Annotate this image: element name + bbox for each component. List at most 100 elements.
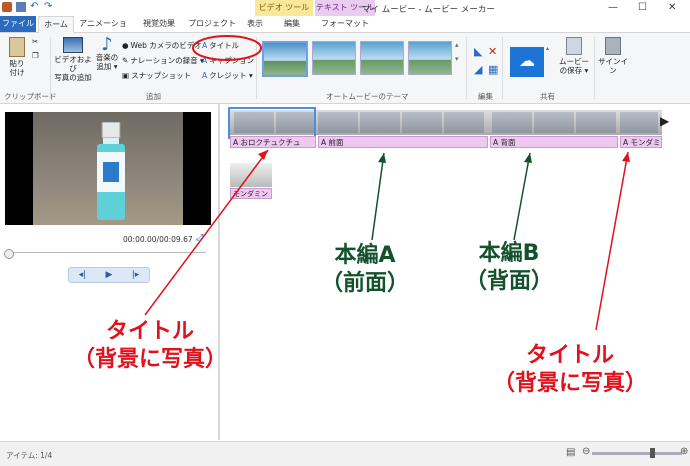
clip-frame[interactable] — [576, 112, 616, 133]
rotate-right-icon[interactable]: ◢ — [474, 63, 482, 76]
tab-home[interactable]: ホーム — [38, 16, 74, 33]
webcam-label: Web カメラのビデオ — [130, 41, 202, 50]
theme-scroll-down-icon[interactable]: ▾ — [455, 55, 459, 63]
maximize-button[interactable]: ☐ — [638, 2, 647, 13]
clip-frame[interactable] — [444, 112, 484, 133]
share-scroll-icon[interactable]: ▴ — [546, 45, 549, 52]
playback-controls: ◂| ▶ |▸ — [68, 267, 150, 283]
timecode: 00:00.00/00:09.67 — [123, 235, 193, 244]
credits-button[interactable]: A クレジット ▾ — [202, 70, 253, 81]
caption-text-4: モンダミン — [630, 138, 661, 147]
theme-thumbnail-2[interactable] — [312, 41, 356, 75]
title-clip-caption[interactable]: モンダミン — [230, 188, 272, 199]
caption-bar-2[interactable]: A 前面 — [318, 136, 488, 148]
playhead-marker-icon[interactable]: ▶ — [660, 114, 669, 128]
status-bar: アイテム: 1/4 ▤ ⊖ ⊕ — [0, 441, 690, 466]
themes-group-label: オートムービーのテーマ — [326, 92, 409, 101]
add-music-button[interactable]: ♪ 音楽の 追加 ▾ — [94, 34, 120, 72]
clip-frame[interactable] — [620, 112, 658, 133]
annotation-text: （背景に写真） — [492, 371, 647, 396]
tab-animation[interactable]: アニメーション — [76, 16, 130, 44]
seek-bar[interactable] — [6, 252, 206, 259]
close-button[interactable]: ✕ — [668, 2, 676, 13]
zoom-slider-thumb[interactable] — [650, 448, 655, 458]
record-narration-button[interactable]: ✎ ナレーションの録音 ▾ — [122, 55, 204, 66]
narration-label: ナレーションの録音 ▾ — [130, 56, 204, 65]
video-preview[interactable] — [5, 112, 211, 225]
clip-frame[interactable] — [318, 112, 358, 133]
tab-view[interactable]: 表示 — [240, 16, 270, 32]
onedrive-share-button[interactable]: ☁ — [510, 47, 544, 77]
play-icon[interactable]: ▶ — [106, 270, 113, 280]
caption-label: キャプション — [209, 56, 255, 65]
caption-bar-1[interactable]: A おロクチュクチュ — [230, 136, 316, 148]
annotation-title-left: タイトル （背景に写真） — [60, 318, 240, 374]
theme-thumbnail-4[interactable] — [408, 41, 452, 75]
theme-thumbnail-1[interactable] — [262, 41, 308, 77]
seek-thumb[interactable] — [4, 249, 14, 259]
snapshot-button[interactable]: ▣ スナップショット — [122, 70, 191, 81]
next-frame-icon[interactable]: |▸ — [132, 270, 140, 280]
save-movie-button[interactable]: ムービー の保存 ▾ — [556, 37, 592, 75]
thumbnail-size-icon[interactable]: ▤ — [566, 447, 575, 458]
sign-in-button[interactable]: サインイン — [596, 37, 630, 75]
tab-edit[interactable]: 編集 — [272, 16, 312, 32]
share-group-label: 共有 — [540, 92, 555, 101]
tab-format[interactable]: フォーマット — [318, 16, 372, 32]
music-note-icon: ♪ — [101, 34, 113, 55]
tab-file[interactable]: ファイル — [0, 16, 36, 32]
zoom-out-icon[interactable]: ⊖ — [582, 446, 590, 457]
context-tab-video-tools: ビデオ ツール — [255, 0, 313, 16]
caption-text-2: 前面 — [328, 138, 344, 147]
paste-button[interactable]: 貼り 付け — [6, 37, 28, 77]
delete-icon[interactable]: ✕ — [488, 45, 497, 58]
select-all-icon[interactable]: ▦ — [488, 63, 498, 76]
theme-scroll-icon[interactable]: ▴ — [455, 41, 459, 49]
clipboard-group-label: クリップボード — [4, 92, 57, 101]
minimize-button[interactable]: — — [608, 2, 618, 13]
add-music-label-2: 追加 ▾ — [96, 62, 118, 71]
edit-group-label: 編集 — [478, 92, 493, 101]
film-photo-icon — [63, 37, 83, 53]
caption-text-3: 背面 — [500, 138, 516, 147]
add-videos-photos-button[interactable]: ビデオおよび 写真の追加 — [52, 37, 94, 82]
zoom-slider[interactable] — [592, 452, 682, 455]
undo-icon[interactable]: ↶ — [30, 2, 40, 12]
clip-frame[interactable] — [534, 112, 574, 133]
clip-frame[interactable] — [402, 112, 442, 133]
title-button[interactable]: A タイトル — [202, 40, 239, 51]
cut-icon[interactable]: ✂ — [32, 37, 38, 46]
previous-frame-icon[interactable]: ◂| — [79, 270, 87, 280]
copy-icon[interactable]: ❐ — [32, 51, 39, 60]
item-count: アイテム: 1/4 — [6, 451, 53, 460]
clip-frame[interactable] — [360, 112, 400, 133]
clip-frame[interactable] — [492, 112, 532, 133]
save-icon[interactable] — [16, 2, 26, 12]
webcam-video-button[interactable]: ● Web カメラのビデオ — [122, 40, 202, 51]
add-video-label-2: 写真の追加 — [54, 73, 92, 82]
sign-in-label: サインイン — [598, 57, 628, 75]
caption-button[interactable]: A キャプション — [202, 55, 254, 66]
zoom-in-icon[interactable]: ⊕ — [680, 446, 688, 457]
annotation-main-b: 本編B （背面） — [444, 240, 574, 296]
add-music-label: 音楽の — [95, 53, 119, 62]
annotation-text: タイトル — [525, 343, 614, 368]
fullscreen-icon[interactable]: ⤢ — [196, 233, 203, 243]
divider — [594, 37, 595, 99]
caption-bar-4[interactable]: A モンダミン — [620, 136, 662, 148]
redo-icon[interactable]: ↷ — [44, 2, 54, 12]
rotate-left-icon[interactable]: ◣ — [474, 45, 482, 58]
title-bar: ↶ ↷ ビデオ ツール テキスト ツール マイ ムービー - ムービー メーカー… — [0, 0, 690, 16]
annotation-text: 本編A — [334, 243, 396, 268]
divider — [50, 37, 51, 99]
theme-thumbnail-3[interactable] — [360, 41, 404, 75]
quick-access-toolbar: ↶ ↷ — [2, 2, 54, 12]
tab-project[interactable]: プロジェクト — [186, 16, 238, 32]
title-clip[interactable] — [230, 163, 272, 187]
tab-visual-effects[interactable]: 視覚効果 — [134, 16, 184, 32]
ribbon-tabs: ファイル ホーム アニメーション 視覚効果 プロジェクト 表示 編集 フォーマッ… — [0, 16, 690, 44]
caption-text-1: おロクチュクチュ — [240, 138, 301, 147]
title-icon: A — [202, 41, 208, 50]
caption-icon: A — [202, 56, 208, 65]
caption-bar-3[interactable]: A 背面 — [490, 136, 618, 148]
